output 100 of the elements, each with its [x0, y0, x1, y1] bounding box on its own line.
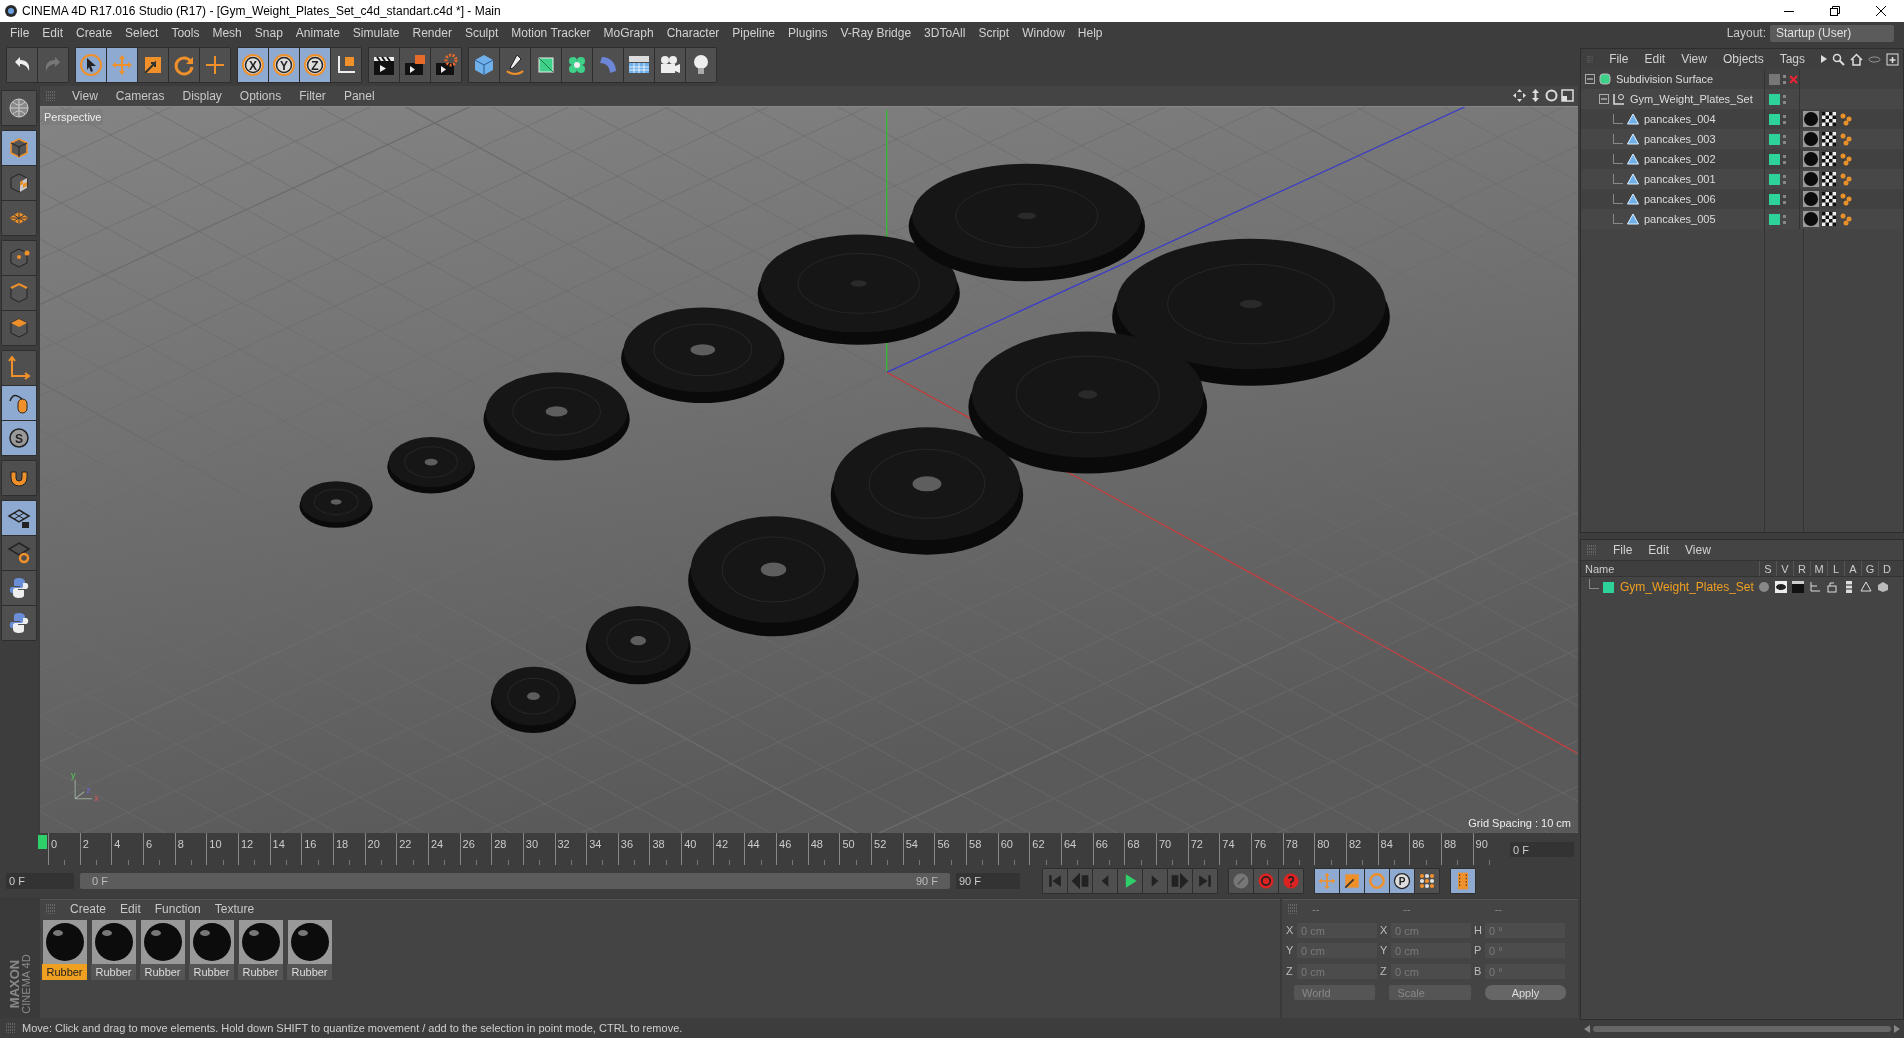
material-item[interactable]: Rubber: [238, 919, 283, 981]
menu-item[interactable]: MoGraph: [597, 24, 660, 42]
globe-button[interactable]: [2, 90, 36, 125]
rotate-button[interactable]: [1365, 868, 1389, 893]
object-menu-item[interactable]: Objects: [1722, 50, 1764, 68]
object-name[interactable]: pancakes_001: [1644, 170, 1716, 188]
layer-swatch[interactable]: [1769, 73, 1780, 85]
scroll-right-icon[interactable]: [1894, 1025, 1900, 1033]
orbit-icon[interactable]: [1545, 89, 1558, 103]
apply-button[interactable]: Apply: [1484, 985, 1566, 1001]
menu-item[interactable]: Script: [972, 24, 1016, 42]
move-button[interactable]: [107, 47, 137, 82]
weight-plate[interactable]: [830, 427, 1024, 555]
layer-swatch[interactable]: [1769, 173, 1780, 185]
object-menu-item[interactable]: Tags: [1779, 50, 1805, 68]
view-menu-item[interactable]: Display: [182, 86, 222, 105]
material-item[interactable]: Rubber: [140, 919, 185, 981]
view-menu-item[interactable]: View: [72, 86, 98, 105]
grid-plane-button[interactable]: [2, 200, 36, 235]
move-cross-button[interactable]: [200, 47, 230, 82]
checker-tag-icon[interactable]: [1822, 192, 1836, 206]
menu-item[interactable]: Render: [406, 24, 458, 42]
camera-button[interactable]: [655, 47, 685, 82]
horizontal-scrollbar[interactable]: [1593, 1026, 1891, 1032]
layer-menu-item[interactable]: View: [1685, 541, 1711, 559]
material-tag-icon[interactable]: [1803, 131, 1819, 147]
layer-swatch[interactable]: [1603, 581, 1614, 593]
weight-plate[interactable]: [688, 516, 859, 637]
clapperboard-button[interactable]: [400, 47, 430, 82]
magnet-button[interactable]: [2, 460, 36, 495]
layer-swatch[interactable]: [1769, 113, 1780, 125]
weight-plate[interactable]: [387, 436, 475, 494]
grid-lock-button[interactable]: [2, 500, 36, 535]
clapperboard-button[interactable]: [369, 47, 399, 82]
move-button[interactable]: [1315, 868, 1339, 893]
menu-item[interactable]: Sculpt: [458, 24, 505, 42]
layer-menu-item[interactable]: Edit: [1648, 541, 1670, 559]
solo-dot-icon[interactable]: [1758, 581, 1770, 593]
layer-menu-item[interactable]: File: [1613, 541, 1633, 559]
menu-item[interactable]: Snap: [248, 24, 289, 42]
menu-item[interactable]: 3DToAll: [918, 24, 972, 42]
view-menu-item[interactable]: Options: [239, 86, 282, 105]
material-menu-item[interactable]: Texture: [214, 899, 255, 918]
material-item[interactable]: Rubber: [287, 919, 332, 981]
film-strip-button[interactable]: [1451, 868, 1475, 893]
menu-item[interactable]: Mesh: [206, 24, 248, 42]
checker-tag-icon[interactable]: [1822, 152, 1836, 166]
phong-tag-icon[interactable]: [1839, 132, 1853, 146]
material-tag-icon[interactable]: [1803, 191, 1819, 207]
scale-button[interactable]: [1340, 868, 1364, 893]
light-bulb-button[interactable]: [686, 47, 716, 82]
menu-item[interactable]: Animate: [289, 24, 346, 42]
menu-item[interactable]: Plugins: [782, 24, 834, 42]
skip-start-button[interactable]: [1043, 868, 1067, 893]
phong-tag-icon[interactable]: [1839, 112, 1853, 126]
menu-item[interactable]: Help: [1071, 24, 1109, 42]
material-tag-icon[interactable]: [1803, 151, 1819, 167]
layer-swatch[interactable]: [1769, 153, 1780, 165]
layer-swatch[interactable]: [1769, 133, 1780, 145]
mouse-button[interactable]: [2, 385, 36, 420]
python-button[interactable]: [2, 570, 36, 605]
material-menu-item[interactable]: Edit: [120, 899, 141, 918]
material-item[interactable]: Rubber: [42, 919, 87, 981]
bend-shape-button[interactable]: [593, 47, 623, 82]
undo-button[interactable]: [7, 47, 37, 82]
material-menu-item[interactable]: Create: [70, 899, 107, 918]
phong-tag-icon[interactable]: [1839, 172, 1853, 186]
object-menu-item[interactable]: Edit: [1644, 50, 1666, 68]
weight-plate[interactable]: [483, 372, 630, 461]
weight-plate[interactable]: [299, 481, 373, 528]
collapse-icon[interactable]: [1585, 74, 1595, 84]
view-menu-item[interactable]: Panel: [343, 86, 375, 105]
material-menu-item[interactable]: Function: [154, 899, 201, 918]
layer-name[interactable]: Gym_Weight_Plates_Set: [1620, 578, 1758, 596]
new-panel-icon[interactable]: [1886, 52, 1899, 66]
world-axis-button[interactable]: [331, 47, 361, 82]
view-menu-item[interactable]: Filter: [299, 86, 326, 105]
bar-icon[interactable]: [1843, 581, 1855, 593]
menu-item[interactable]: Simulate: [346, 24, 406, 42]
weight-plate[interactable]: [621, 307, 785, 403]
checker-tag-icon[interactable]: [1822, 132, 1836, 146]
weight-plate[interactable]: [1112, 238, 1390, 386]
scale-button[interactable]: [138, 47, 168, 82]
checker-tag-icon[interactable]: [1822, 112, 1836, 126]
material-tag-icon[interactable]: [1803, 171, 1819, 187]
subdivision-cube-button[interactable]: [531, 47, 561, 82]
parameter-button[interactable]: P: [1390, 868, 1414, 893]
grid-rotate-button[interactable]: [2, 535, 36, 570]
frame-range-track[interactable]: 0 F 90 F: [80, 872, 950, 889]
menu-item[interactable]: Window: [1016, 24, 1071, 42]
menu-item[interactable]: Character: [660, 24, 726, 42]
rotate-button[interactable]: [169, 47, 199, 82]
play-button[interactable]: [1118, 868, 1142, 893]
menu-item[interactable]: Select: [119, 24, 165, 42]
weight-plate[interactable]: [490, 666, 577, 733]
cube-point-button[interactable]: [2, 240, 36, 275]
maximize-view-icon[interactable]: [1561, 89, 1574, 103]
cube-button[interactable]: [469, 47, 499, 82]
view-menu-item[interactable]: Cameras: [115, 86, 165, 105]
menu-item[interactable]: Tools: [165, 24, 206, 42]
